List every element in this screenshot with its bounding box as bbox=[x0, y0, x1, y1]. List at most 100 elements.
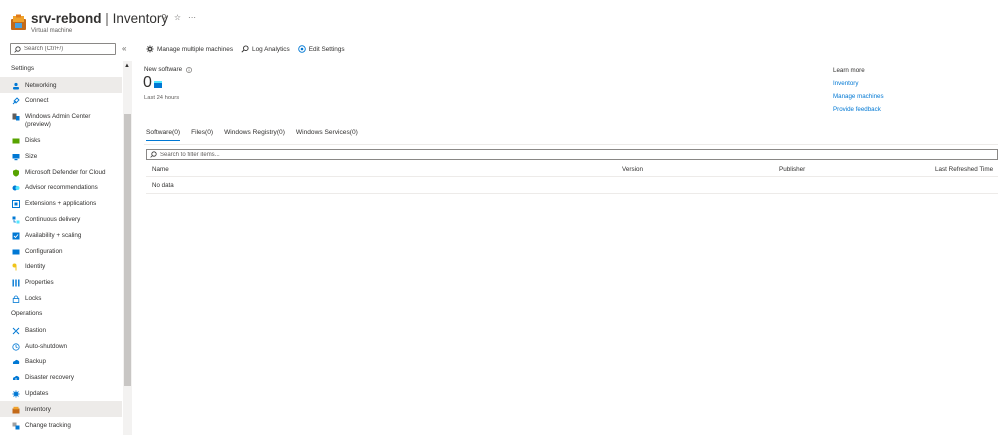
grid-divider bbox=[146, 193, 998, 194]
title-separator: | bbox=[105, 11, 109, 26]
collapse-sidebar-button[interactable]: « bbox=[122, 45, 126, 53]
change-tracking-icon bbox=[12, 422, 20, 430]
connect-icon bbox=[12, 97, 20, 105]
sidebar-item-change-tracking[interactable]: Change tracking bbox=[0, 417, 122, 433]
sidebar-scrollbar[interactable]: ▲ bbox=[123, 61, 132, 435]
inventory-icon bbox=[12, 406, 20, 414]
virtual-machine-icon bbox=[11, 14, 26, 30]
page-title: srv-rebond | Inventory bbox=[31, 11, 168, 27]
learn-more-link-inventory[interactable]: Inventory bbox=[833, 80, 884, 87]
tab-files[interactable]: Files(0) bbox=[191, 129, 213, 141]
backup-icon bbox=[12, 358, 20, 366]
log-analytics-button[interactable]: Log Analytics bbox=[241, 45, 290, 53]
column-header-version[interactable]: Version bbox=[622, 166, 643, 173]
new-software-label: New software bbox=[144, 66, 193, 73]
sidebar-item-label: Backup bbox=[25, 358, 47, 366]
clock-icon bbox=[12, 343, 20, 351]
sidebar-item-label: Availability + scaling bbox=[25, 231, 82, 239]
edit-settings-label: Edit Settings bbox=[308, 45, 345, 53]
sidebar-item-label: Advisor recommendations bbox=[25, 184, 98, 192]
sidebar-item-auto-shutdown[interactable]: Auto-shutdown bbox=[0, 338, 122, 354]
scroll-up-arrow-icon[interactable]: ▲ bbox=[124, 63, 130, 69]
learn-more-panel: Learn more Inventory Manage machines Pro… bbox=[833, 67, 884, 119]
tab-windows-services[interactable]: Windows Services(0) bbox=[296, 129, 358, 141]
sidebar-item-size[interactable]: Size bbox=[0, 148, 122, 164]
learn-more-link-manage-machines[interactable]: Manage machines bbox=[833, 93, 884, 100]
sidebar-item-label: Microsoft Defender for Cloud bbox=[25, 168, 106, 176]
extensions-icon bbox=[12, 200, 20, 209]
column-header-last-refreshed-time[interactable]: Last Refreshed Time bbox=[935, 166, 993, 173]
star-icon[interactable]: ☆ bbox=[174, 13, 181, 22]
sidebar-item-bastion[interactable]: Bastion bbox=[0, 322, 122, 338]
sidebar-item-backup[interactable]: Backup bbox=[0, 354, 122, 370]
edit-settings-button[interactable]: Edit Settings bbox=[297, 45, 345, 53]
sidebar-item-properties[interactable]: Properties bbox=[0, 275, 122, 291]
ellipsis-icon[interactable]: ··· bbox=[188, 13, 196, 22]
sidebar-item-extensions[interactable]: Extensions + applications bbox=[0, 196, 122, 212]
sidebar-search[interactable] bbox=[10, 43, 116, 55]
sidebar-item-windows-admin-center[interactable]: Windows Admin Center (preview) bbox=[0, 109, 122, 133]
sidebar-item-label: Size bbox=[25, 152, 38, 160]
updates-icon bbox=[12, 390, 20, 398]
tab-divider bbox=[144, 144, 998, 145]
sidebar-item-label: Windows Admin Center (preview) bbox=[25, 113, 91, 129]
sidebar-item-disaster-recovery[interactable]: Disaster recovery bbox=[0, 370, 122, 386]
header-actions: ⚲ ☆ ··· bbox=[161, 13, 196, 22]
disks-icon bbox=[12, 137, 20, 145]
sidebar-item-disks[interactable]: Disks bbox=[0, 133, 122, 149]
manage-multiple-machines-button[interactable]: Manage multiple machines bbox=[146, 45, 233, 53]
sidebar-item-continuous-delivery[interactable]: Continuous delivery bbox=[0, 212, 122, 228]
pin-icon[interactable]: ⚲ bbox=[161, 13, 167, 22]
scrollbar-thumb[interactable] bbox=[124, 114, 131, 386]
sidebar-item-advisor[interactable]: Advisor recommendations bbox=[0, 180, 122, 196]
page-name: Inventory bbox=[112, 11, 169, 26]
sidebar-item-label: Continuous delivery bbox=[25, 216, 81, 224]
sidebar-item-locks[interactable]: Locks bbox=[0, 291, 122, 307]
search-input[interactable] bbox=[24, 46, 112, 52]
networking-icon bbox=[12, 82, 20, 90]
bastion-icon bbox=[12, 327, 20, 335]
page-header: srv-rebond | Inventory Virtual machine ⚲… bbox=[0, 0, 998, 40]
tab-software[interactable]: Software(0) bbox=[146, 129, 181, 141]
learn-more-link-provide-feedback[interactable]: Provide feedback bbox=[833, 106, 884, 113]
sidebar-item-connect[interactable]: Connect bbox=[0, 93, 122, 109]
inventory-tabs: Software(0) Files(0) Windows Registry(0)… bbox=[146, 129, 358, 141]
sidebar: Settings Networking Connect Windows Admi… bbox=[0, 61, 122, 435]
new-software-value: 0 bbox=[143, 74, 152, 91]
sidebar-item-availability[interactable]: Availability + scaling bbox=[0, 227, 122, 243]
sidebar-item-label: Disaster recovery bbox=[25, 374, 74, 382]
sidebar-item-networking[interactable]: Networking bbox=[0, 77, 122, 93]
identity-icon bbox=[12, 263, 20, 271]
sidebar-item-updates[interactable]: Updates bbox=[0, 386, 122, 402]
software-package-icon bbox=[153, 81, 162, 88]
configuration-icon bbox=[12, 248, 20, 256]
column-header-name[interactable]: Name bbox=[152, 166, 169, 173]
sidebar-item-label: Updates bbox=[25, 390, 49, 398]
resource-type: Virtual machine bbox=[31, 28, 73, 34]
sidebar-item-label: Configuration bbox=[25, 247, 63, 255]
properties-icon bbox=[12, 279, 20, 287]
sidebar-section-operations: Operations bbox=[11, 310, 43, 318]
grid-header: Name Version Publisher Last Refreshed Ti… bbox=[146, 163, 998, 177]
filter-input[interactable] bbox=[160, 151, 560, 158]
learn-more-title: Learn more bbox=[833, 67, 865, 74]
search-icon bbox=[241, 45, 249, 53]
sidebar-item-inventory[interactable]: Inventory bbox=[0, 401, 122, 418]
grid-empty-message: No data bbox=[152, 182, 174, 189]
filter-box[interactable] bbox=[146, 149, 998, 160]
sidebar-item-configuration[interactable]: Configuration bbox=[0, 243, 122, 259]
resource-name: srv-rebond bbox=[31, 11, 102, 26]
sidebar-item-defender[interactable]: Microsoft Defender for Cloud bbox=[0, 164, 122, 180]
continuous-delivery-icon bbox=[12, 216, 20, 224]
sidebar-item-label: Locks bbox=[25, 295, 42, 303]
gear-icon bbox=[146, 45, 154, 53]
column-header-publisher[interactable]: Publisher bbox=[779, 166, 805, 173]
info-icon[interactable] bbox=[186, 66, 193, 73]
sidebar-item-label: Networking bbox=[25, 81, 57, 89]
stat-period: Last 24 hours bbox=[144, 95, 180, 101]
sidebar-item-identity[interactable]: Identity bbox=[0, 259, 122, 275]
command-bar: Manage multiple machines Log Analytics E… bbox=[146, 43, 345, 55]
manage-multiple-machines-label: Manage multiple machines bbox=[157, 45, 234, 53]
tab-windows-registry[interactable]: Windows Registry(0) bbox=[224, 129, 285, 141]
sidebar-item-label: Auto-shutdown bbox=[25, 342, 68, 350]
